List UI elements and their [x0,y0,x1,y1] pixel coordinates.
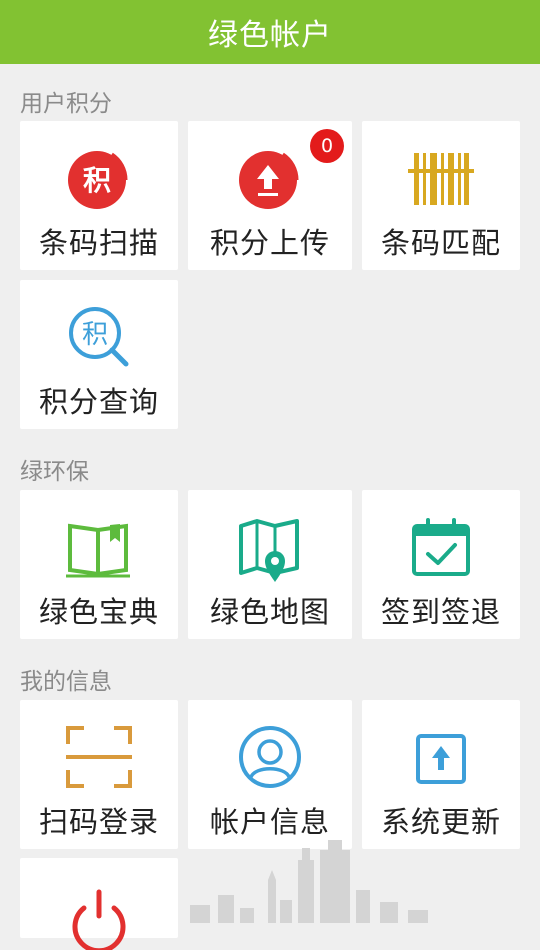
upload-circle-icon [239,151,299,209]
green-map-tile[interactable]: 绿色地图 [188,490,352,639]
points-circle-icon: 积 [68,151,128,209]
update-arrow-icon [416,734,466,784]
scan-frame-icon [66,726,132,788]
section-title-points: 用户积分 [20,91,112,117]
user-circle-icon [239,726,301,788]
tile-label: 条码扫描 [38,226,159,260]
logout-tile[interactable] [20,858,178,950]
points-upload-tile[interactable]: 0 积分上传 [188,121,352,270]
tile-label: 积分查询 [38,385,159,419]
tile-label: 扫码登录 [38,805,159,839]
tile-label: 条码匹配 [380,226,501,260]
section-title-eco: 绿环保 [20,459,89,485]
svg-text:积: 积 [82,320,108,350]
check-in-out-tile[interactable]: 签到签退 [362,490,520,639]
tile-label: 绿色地图 [209,595,330,629]
tile-label: 积分上传 [209,226,330,260]
barcode-scan-tile[interactable]: 积 条码扫描 [20,121,178,270]
power-icon [72,889,126,950]
book-icon [66,523,130,578]
upload-count-badge: 0 [310,129,344,163]
section-title-myinfo: 我的信息 [20,669,112,695]
account-info-tile[interactable]: 帐户信息 [188,700,352,849]
barcode-icon [408,153,474,205]
points-search-icon: 积 [69,307,129,367]
green-guide-tile[interactable]: 绿色宝典 [20,490,178,639]
map-pin-icon [239,519,299,582]
system-update-tile[interactable]: 系统更新 [362,700,520,849]
city-skyline-background [190,840,428,923]
calendar-check-icon [412,518,470,576]
header-title: 绿色帐户 [208,18,332,53]
tile-label: 系统更新 [380,805,501,839]
points-query-tile[interactable]: 积 积分查询 [20,280,178,429]
app-header: 绿色帐户 [0,0,540,64]
svg-text:积: 积 [83,164,111,197]
scan-login-tile[interactable]: 扫码登录 [20,700,178,849]
tile-label: 绿色宝典 [38,595,159,629]
barcode-match-tile[interactable]: 条码匹配 [362,121,520,270]
tile-label: 签到签退 [380,595,501,629]
tile-label: 帐户信息 [209,805,330,839]
